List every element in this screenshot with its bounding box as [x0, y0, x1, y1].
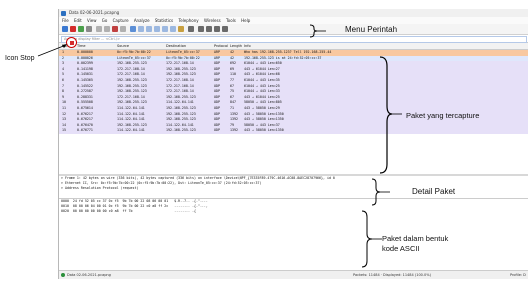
resize-columns-icon[interactable]: [222, 26, 228, 32]
menu-wireless[interactable]: Wireless: [204, 18, 221, 23]
col-destination[interactable]: Destination: [166, 43, 186, 49]
annotation-ascii-line1: Paket dalam bentuk: [382, 234, 449, 243]
status-profile[interactable]: Profile: D: [510, 271, 526, 279]
menu-help[interactable]: Help: [241, 18, 250, 23]
menu-bar: File Edit View Go Capture Analyze Statis…: [59, 17, 528, 24]
col-length[interactable]: Length: [230, 43, 242, 49]
annotation-detail: Detail Paket: [412, 187, 456, 196]
detail-tree-item[interactable]: > Address Resolution Protocol (request): [61, 186, 528, 191]
captured-brace: [379, 56, 402, 174]
shark-fin-start-icon[interactable]: [62, 26, 68, 32]
first-packet-icon[interactable]: [162, 26, 168, 32]
wireshark-window: Data 02-06-2021.pcapng File Edit View Go…: [58, 9, 528, 279]
close-file-icon[interactable]: [112, 26, 118, 32]
packet-cell-proto: UDP: [214, 128, 220, 133]
go-to-packet-icon[interactable]: [154, 26, 160, 32]
packet-details-pane: > Frame 1: 42 bytes on wire (336 bits), …: [59, 176, 528, 199]
menu-statistics[interactable]: Statistics: [155, 18, 173, 23]
ascii-brace: [361, 210, 382, 268]
menu-go[interactable]: Go: [102, 18, 108, 23]
menu-analyze[interactable]: Analyze: [134, 18, 150, 23]
col-info[interactable]: Info: [244, 43, 251, 49]
find-packet-icon[interactable]: [130, 26, 136, 32]
packet-cell-time: 0.676771: [77, 128, 93, 133]
menu-capture[interactable]: Capture: [113, 18, 129, 23]
packet-cell-src: 114.122.64.141: [117, 128, 145, 133]
restart-capture-icon[interactable]: [78, 26, 84, 32]
detail-brace: [371, 178, 390, 206]
packet-cell-no: 15: [62, 128, 66, 133]
packet-cell-len: 1392: [230, 128, 238, 133]
menu-view[interactable]: View: [87, 18, 97, 23]
zoom-in-icon[interactable]: [198, 26, 204, 32]
menu-brace: [309, 24, 326, 38]
status-file: Data 02-06-2021.pcapng: [67, 273, 111, 277]
ready-status-icon[interactable]: [61, 273, 65, 277]
stop-capture-icon[interactable]: [70, 26, 76, 32]
col-protocol[interactable]: Protocol: [214, 43, 228, 49]
annotation-ascii-line2: kode ASCII: [382, 244, 420, 253]
status-packets: Packets: 11484 · Displayed: 11484 (100.0…: [353, 273, 431, 277]
go-forward-icon[interactable]: [146, 26, 152, 32]
capture-options-icon[interactable]: [86, 26, 92, 32]
packet-cell-dst: 192.168.255.123: [166, 128, 196, 133]
menu-edit[interactable]: Edit: [74, 18, 82, 23]
packet-list-header: No. Time Source Destination Protocol Len…: [59, 43, 528, 50]
menu-telephony[interactable]: Telephony: [178, 18, 198, 23]
open-file-icon[interactable]: [96, 26, 102, 32]
window-title: Data 02-06-2021.pcapng: [69, 10, 120, 15]
hex-dump-line[interactable]: 0020 00 00 00 00 00 00 c0 a8 ff 7b .....…: [61, 209, 528, 214]
wireshark-app-icon: [61, 10, 66, 16]
main-toolbar: [59, 24, 528, 35]
menu-file[interactable]: File: [62, 18, 69, 23]
annotation-captured: Paket yang tercapture: [406, 111, 480, 120]
go-back-icon[interactable]: [138, 26, 144, 32]
stop-arrow: [37, 44, 67, 57]
packet-cell-info: 443 → 58050 Len=1350: [244, 128, 284, 133]
display-filter-input[interactable]: Apply a display filter ... <Ctrl-/>: [61, 36, 527, 43]
menu-tools[interactable]: Tools: [226, 18, 236, 23]
save-file-icon[interactable]: [104, 26, 110, 32]
colorize-icon[interactable]: [188, 26, 194, 32]
autoscroll-icon[interactable]: [178, 26, 184, 32]
title-bar: Data 02-06-2021.pcapng: [59, 9, 528, 17]
annotation-icon-stop: Icon Stop: [5, 55, 35, 62]
zoom-out-icon[interactable]: [206, 26, 212, 32]
display-filter-bar: Apply a display filter ... <Ctrl-/>: [59, 35, 528, 43]
stop-square-icon: [69, 40, 74, 45]
packet-row[interactable]: 15 0.676771 114.122.64.141 192.168.255.123 U…: [59, 128, 528, 134]
normal-size-icon[interactable]: [214, 26, 220, 32]
col-time[interactable]: Time: [77, 43, 86, 49]
reload-icon[interactable]: [120, 26, 126, 32]
packet-bytes-pane: 0000 24 fd 52 05 cc 37 0c f5 9b 7b 00 22…: [59, 199, 528, 263]
annotation-menu: Menu Perintah: [345, 25, 398, 34]
last-packet-icon[interactable]: [170, 26, 176, 32]
status-bar: Data 02-06-2021.pcapng Packets: 11484 · …: [59, 270, 528, 279]
col-source[interactable]: Source: [117, 43, 129, 49]
